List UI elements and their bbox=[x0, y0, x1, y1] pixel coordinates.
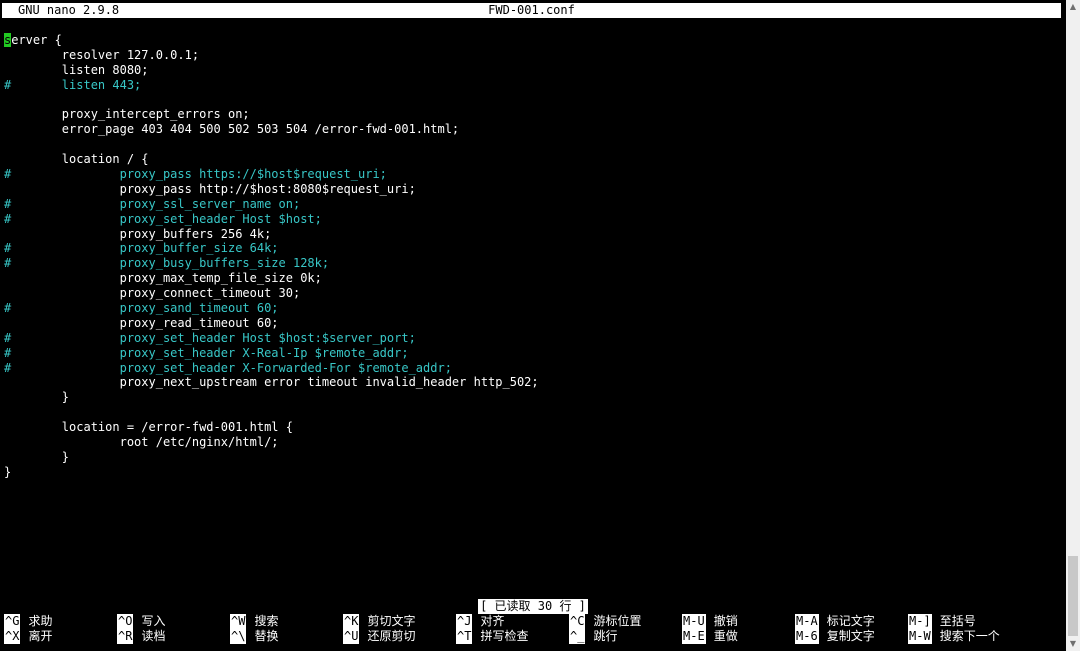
line-text: # listen 443; bbox=[4, 77, 142, 92]
shortcut-item: M-] 至括号 bbox=[908, 614, 976, 629]
shortcut-label: 搜索下一个 bbox=[939, 629, 1000, 643]
line-text: proxy_connect_timeout 30; bbox=[4, 286, 301, 301]
line-text: # proxy_pass https://$host$request_uri; bbox=[4, 167, 387, 182]
shortcut-key: ^C bbox=[569, 614, 586, 629]
line-text: proxy_max_temp_file_size 0k; bbox=[4, 271, 322, 286]
vertical-scrollbar[interactable]: ▲ ▼ bbox=[1066, 0, 1080, 651]
line-text: proxy_intercept_errors on; bbox=[4, 107, 250, 122]
line-text: } bbox=[4, 390, 70, 405]
line-text: proxy_buffers 256 4k; bbox=[4, 226, 272, 241]
shortcut-label: 离开 bbox=[28, 629, 53, 643]
shortcut-item: ^J 对齐 bbox=[456, 614, 504, 629]
shortcut-label: 还原剪切 bbox=[367, 629, 416, 643]
shortcut-item: ^R 读档 bbox=[117, 629, 165, 644]
line-text: resolver 127.0.0.1; bbox=[4, 47, 200, 62]
line-text: # proxy_busy_buffers_size 128k; bbox=[4, 256, 330, 271]
line-text: error_page 403 404 500 502 503 504 /erro… bbox=[4, 122, 460, 137]
shortcut-label: 撤销 bbox=[713, 614, 738, 628]
shortcut-label: 拼写检查 bbox=[480, 629, 529, 643]
line-text: # proxy_set_header Host $host; bbox=[4, 211, 322, 226]
shortcut-label: 写入 bbox=[141, 614, 166, 628]
line-text: # proxy_buffer_size 64k; bbox=[4, 241, 279, 256]
line-text: proxy_next_upstream error timeout invali… bbox=[4, 375, 539, 390]
shortcut-key: M-W bbox=[908, 629, 932, 644]
shortcut-label: 跳行 bbox=[593, 629, 618, 643]
shortcut-label: 标记文字 bbox=[826, 614, 875, 628]
shortcut-label: 重做 bbox=[713, 629, 738, 643]
shortcut-label: 替换 bbox=[254, 629, 279, 643]
shortcut-key: M-] bbox=[908, 614, 932, 629]
terminal-window[interactable]: GNU nano 2.9.8 FWD-001.conf server { res… bbox=[0, 0, 1066, 651]
scroll-down-icon[interactable]: ▼ bbox=[1066, 637, 1080, 651]
shortcut-item: ^T 拼写检查 bbox=[456, 629, 528, 644]
shortcut-label: 复制文字 bbox=[826, 629, 875, 643]
shortcut-key: ^K bbox=[343, 614, 360, 629]
shortcut-item: M-6 复制文字 bbox=[795, 629, 875, 644]
shortcut-item: M-U 撤销 bbox=[682, 614, 738, 629]
shortcut-key: ^T bbox=[456, 629, 473, 644]
file-name: FWD-001.conf bbox=[488, 3, 575, 17]
shortcut-key: ^\ bbox=[230, 629, 247, 644]
shortcut-key: ^O bbox=[117, 614, 134, 629]
shortcut-key: M-U bbox=[682, 614, 706, 629]
shortcut-key: ^W bbox=[230, 614, 247, 629]
shortcut-label: 游标位置 bbox=[593, 614, 642, 628]
shortcut-item: ^X 离开 bbox=[4, 629, 52, 644]
shortcut-label: 求助 bbox=[28, 614, 53, 628]
status-message: [ 已读取 30 行 ] bbox=[478, 599, 588, 614]
shortcut-key: ^U bbox=[343, 629, 360, 644]
shortcut-item: ^O 写入 bbox=[117, 614, 165, 629]
shortcut-label: 剪切文字 bbox=[367, 614, 416, 628]
shortcut-key: ^J bbox=[456, 614, 473, 629]
shortcut-item: M-W 搜索下一个 bbox=[908, 629, 1000, 644]
line-text: location / { bbox=[4, 152, 149, 167]
status-bar: [ 已读取 30 行 ] bbox=[0, 599, 1066, 614]
shortcut-key: ^X bbox=[4, 629, 21, 644]
shortcut-key: ^_ bbox=[569, 629, 586, 644]
line-text: server { bbox=[4, 33, 62, 47]
shortcut-item: ^G 求助 bbox=[4, 614, 52, 629]
shortcut-item: ^_ 跳行 bbox=[569, 629, 617, 644]
line-text: proxy_read_timeout 60; bbox=[4, 315, 279, 330]
text-cursor: s bbox=[4, 33, 12, 47]
nano-title-bar: GNU nano 2.9.8 FWD-001.conf bbox=[2, 3, 1061, 18]
line-text: root /etc/nginx/html/; bbox=[4, 435, 279, 450]
shortcut-item: ^C 游标位置 bbox=[569, 614, 641, 629]
shortcut-label: 至括号 bbox=[939, 614, 976, 628]
shortcut-item: M-A 标记文字 bbox=[795, 614, 875, 629]
scroll-thumb[interactable] bbox=[1068, 556, 1078, 636]
shortcut-item: ^K 剪切文字 bbox=[343, 614, 415, 629]
line-text: # proxy_sand_timeout 60; bbox=[4, 301, 279, 316]
shortcut-key: ^R bbox=[117, 629, 134, 644]
line-text: proxy_pass http://$host:8080$request_uri… bbox=[4, 181, 416, 196]
line-text: listen 8080; bbox=[4, 62, 149, 77]
shortcut-key: M-6 bbox=[795, 629, 819, 644]
line-text: # proxy_set_header Host $host:$server_po… bbox=[4, 330, 416, 345]
shortcut-key: M-A bbox=[795, 614, 819, 629]
shortcut-key: ^G bbox=[4, 614, 21, 629]
line-text: # proxy_set_header X-Forwarded-For $remo… bbox=[4, 360, 452, 375]
shortcut-item: ^\ 替换 bbox=[230, 629, 278, 644]
shortcut-list: ^G 求助 ^O 写入 ^W 搜索 ^K 剪切文字 ^J 对齐 ^C 游标位置 M-U 撤销 M-A 标记文字… bbox=[0, 614, 1066, 644]
shortcut-key: M-E bbox=[682, 629, 706, 644]
line-text: location = /error-fwd-001.html { bbox=[4, 420, 293, 435]
shortcut-item: ^U 还原剪切 bbox=[343, 629, 415, 644]
line-text: # proxy_ssl_server_name on; bbox=[4, 196, 301, 211]
shortcut-item: ^W 搜索 bbox=[230, 614, 278, 629]
shortcut-label: 读档 bbox=[141, 629, 166, 643]
shortcut-item: M-E 重做 bbox=[682, 629, 738, 644]
shortcut-label: 搜索 bbox=[254, 614, 279, 628]
line-text: } bbox=[4, 449, 70, 464]
line-text: # proxy_set_header X-Real-Ip $remote_add… bbox=[4, 345, 409, 360]
scroll-up-icon[interactable]: ▲ bbox=[1066, 0, 1080, 14]
line-text: } bbox=[4, 464, 12, 479]
shortcut-label: 对齐 bbox=[480, 614, 505, 628]
